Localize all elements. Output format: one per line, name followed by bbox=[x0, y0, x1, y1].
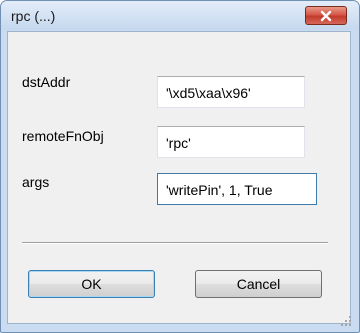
remotefnobj-label: remoteFnObj bbox=[22, 128, 104, 144]
remotefnobj-field[interactable]: 'rpc' bbox=[157, 126, 305, 158]
dstaddr-label: dstAddr bbox=[22, 74, 71, 90]
resize-grip-icon[interactable] bbox=[340, 315, 352, 327]
window-title: rpc (...) bbox=[11, 8, 56, 24]
dstaddr-field[interactable]: '\xd5\xaa\x96' bbox=[157, 76, 305, 108]
ok-button[interactable]: OK bbox=[28, 270, 155, 298]
args-field[interactable]: 'writePin', 1, True bbox=[157, 173, 317, 205]
close-button[interactable] bbox=[305, 6, 347, 25]
cancel-button[interactable]: Cancel bbox=[195, 270, 322, 298]
dialog-body: dstAddr '\xd5\xaa\x96' remoteFnObj 'rpc'… bbox=[7, 31, 351, 324]
separator bbox=[22, 242, 328, 244]
title-bar[interactable]: rpc (...) bbox=[1, 1, 359, 30]
args-label: args bbox=[22, 174, 50, 190]
close-icon bbox=[320, 10, 332, 21]
